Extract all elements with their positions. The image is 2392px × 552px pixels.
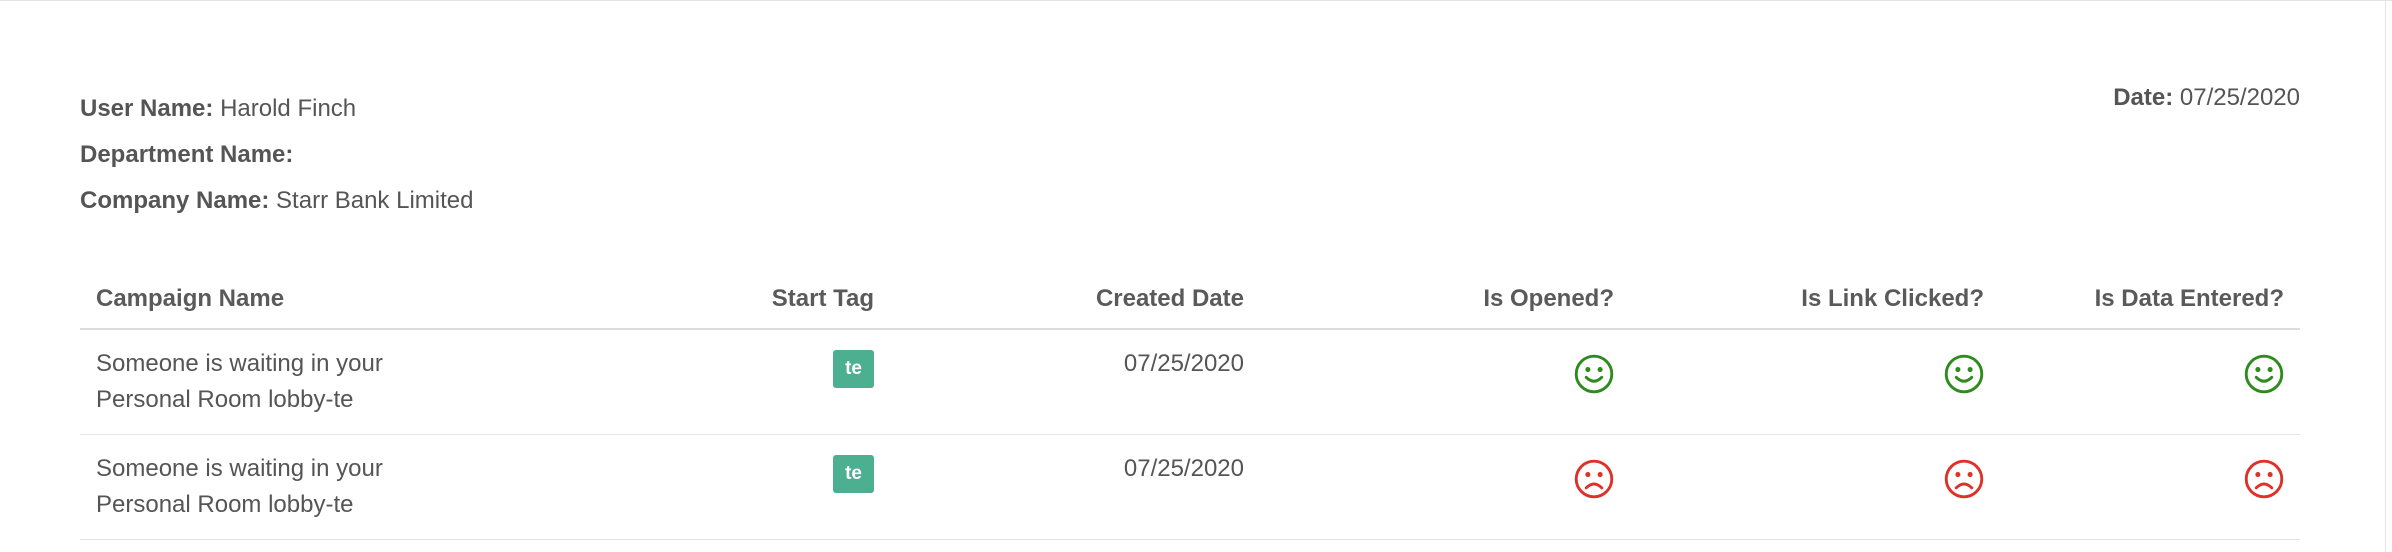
is-link-clicked-cell [1630,329,2000,435]
frown-icon [1944,459,1984,510]
date-label: Date: [2113,84,2174,111]
start-tag-badge: te [833,455,874,493]
company-label: Company Name: [80,187,270,214]
column-header-is-opened[interactable]: Is Opened? [1260,270,1630,330]
department-label: Department Name: [80,141,294,168]
user-name-value: Harold Finch [220,95,357,122]
campaign-name-line: Personal Room lobby-te [96,491,354,518]
start-tag-badge: te [833,350,874,388]
created-date: 07/25/2020 [1123,350,1244,377]
top-border [0,0,2392,1]
user-info: User Name: Harold Finch Department Name:… [80,86,473,224]
created-date: 07/25/2020 [1123,455,1244,482]
campaign-name-line: Someone is waiting in your [96,455,383,482]
table-row: Someone is waiting in your Personal Room … [80,329,2300,435]
campaign-name-cell: Someone is waiting in your Personal Room … [80,329,560,435]
created-date-cell: 07/25/2020 [890,329,1260,435]
user-name-row: User Name: Harold Finch [80,86,473,132]
smile-icon [2244,354,2284,405]
smile-icon [1944,354,1984,405]
frown-icon [1574,459,1614,510]
column-header-created-date[interactable]: Created Date [890,270,1260,330]
start-tag-cell: te [560,329,890,435]
is-link-clicked-cell [1630,434,2000,540]
user-name-label: User Name: [80,95,214,122]
date-value: 07/25/2020 [2179,84,2300,111]
department-row: Department Name: [80,132,473,178]
table-header-row: Campaign Name Start Tag Created Date Is … [80,270,2300,330]
column-header-start-tag[interactable]: Start Tag [560,270,890,330]
is-opened-cell [1260,434,1630,540]
is-opened-cell [1260,329,1630,435]
is-data-entered-cell [2000,434,2300,540]
is-data-entered-cell [2000,329,2300,435]
campaign-name-cell: Someone is waiting in your Personal Room … [80,434,560,540]
company-row: Company Name: Starr Bank Limited [80,178,473,224]
column-header-is-data-entered[interactable]: Is Data Entered? [2000,270,2300,330]
created-date-cell: 07/25/2020 [890,434,1260,540]
campaign-table: Campaign Name Start Tag Created Date Is … [80,270,2300,540]
campaign-name-line: Someone is waiting in your [96,350,383,377]
company-value: Starr Bank Limited [276,187,474,214]
table-row: Someone is waiting in your Personal Room … [80,434,2300,540]
start-tag-cell: te [560,434,890,540]
smile-icon [1574,354,1614,405]
column-header-is-link-clicked[interactable]: Is Link Clicked? [1630,270,2000,330]
campaign-name-line: Personal Room lobby-te [96,386,354,413]
right-border [2385,0,2386,552]
report-date: Date: 07/25/2020 [2113,84,2300,112]
frown-icon [2244,459,2284,510]
column-header-campaign-name[interactable]: Campaign Name [80,270,560,330]
